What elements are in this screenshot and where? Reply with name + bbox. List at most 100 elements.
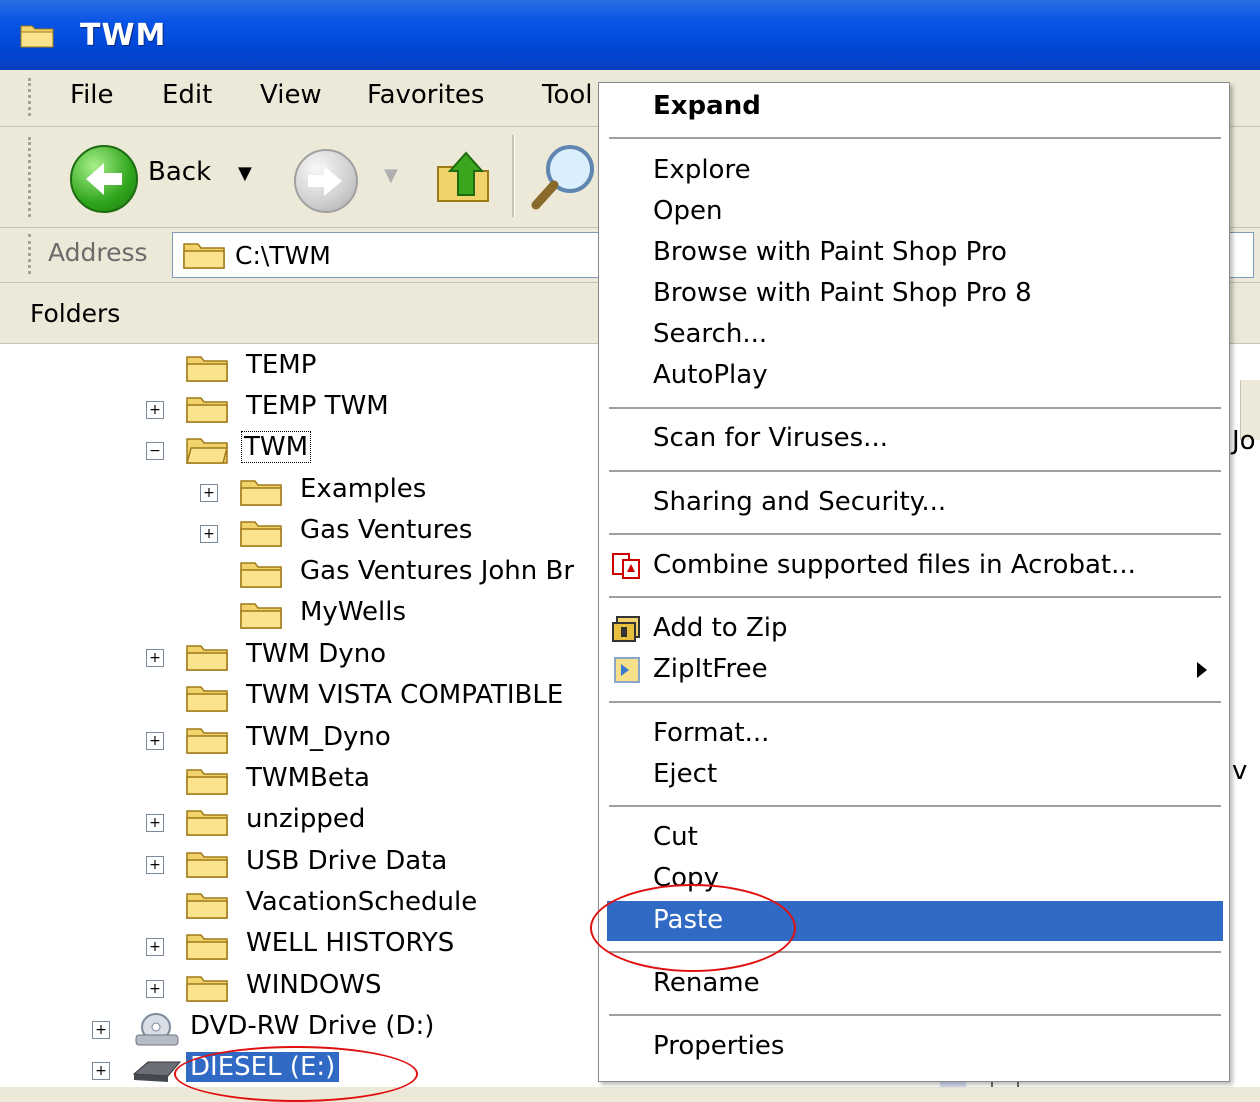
folder-icon (240, 480, 282, 506)
folder-icon (186, 728, 228, 754)
forward-button[interactable] (294, 149, 358, 213)
up-folder-icon[interactable] (432, 145, 496, 209)
menu-item-explore[interactable]: Explore (599, 151, 1227, 191)
menu-item-label: Eject (653, 759, 718, 789)
expand-plus-icon[interactable]: + (146, 732, 164, 750)
menu-separator (609, 533, 1221, 535)
menu-item-properties[interactable]: Properties (599, 1027, 1227, 1067)
expand-plus-icon[interactable]: + (146, 814, 164, 832)
menu-item-label: ZipItFree (653, 654, 768, 684)
folder-icon (240, 603, 282, 629)
expand-plus-icon[interactable]: + (92, 1062, 110, 1080)
menu-favorites[interactable]: Favorites (367, 80, 484, 110)
expand-plus-icon[interactable]: + (146, 980, 164, 998)
folder-icon (186, 397, 228, 423)
search-icon[interactable] (530, 141, 598, 213)
tree-item-label[interactable]: Gas Ventures (300, 515, 472, 545)
menu-separator (609, 137, 1221, 139)
menu-separator (609, 407, 1221, 409)
window-title: TWM (80, 18, 167, 53)
menu-item-label: Browse with Paint Shop Pro (653, 237, 1007, 267)
menu-item-label: Rename (653, 968, 760, 998)
menu-item-open[interactable]: Open (599, 192, 1227, 232)
menu-separator (609, 1014, 1221, 1016)
tree-item-label[interactable]: DVD-RW Drive (D:) (190, 1011, 434, 1041)
menu-item-label: Format... (653, 718, 770, 748)
menu-item-label: Combine supported files in Acrobat... (653, 550, 1136, 580)
back-button[interactable] (70, 145, 138, 213)
menu-item-label: Search... (653, 319, 768, 349)
menu-item-autoplay[interactable]: AutoPlay (599, 356, 1227, 396)
file-name-fragment[interactable]: Jo (1232, 426, 1256, 456)
menu-item-zipitfree[interactable]: ZipItFree (599, 650, 1227, 690)
tree-item-label[interactable]: WELL HISTORYS (246, 928, 454, 958)
menu-item-browse-psp8[interactable]: Browse with Paint Shop Pro 8 (599, 274, 1227, 314)
expand-plus-icon[interactable]: + (200, 525, 218, 543)
tree-item-label[interactable]: WINDOWS (246, 970, 382, 1000)
expand-plus-icon[interactable]: + (146, 401, 164, 419)
folder-icon (186, 893, 228, 919)
menu-item-sharing-security[interactable]: Sharing and Security... (599, 483, 1227, 523)
expand-plus-icon[interactable]: + (146, 938, 164, 956)
back-arrow-icon (86, 163, 122, 195)
menu-item-label: Add to Zip (653, 613, 788, 643)
expand-plus-icon[interactable]: + (92, 1021, 110, 1039)
tree-item-label[interactable]: TEMP (246, 350, 316, 380)
menu-item-browse-psp[interactable]: Browse with Paint Shop Pro (599, 233, 1227, 273)
address-path[interactable]: C:\TWM (235, 241, 331, 270)
tree-item-label[interactable]: VacationSchedule (246, 887, 477, 917)
tree-item-label[interactable]: TWMBeta (246, 763, 370, 793)
menu-item-eject[interactable]: Eject (599, 755, 1227, 795)
folder-icon (186, 769, 228, 795)
expand-plus-icon[interactable]: + (200, 484, 218, 502)
menu-item-cut[interactable]: Cut (599, 818, 1227, 858)
menu-item-label: Cut (653, 822, 698, 852)
file-type-fragment[interactable]: v (1232, 756, 1247, 786)
menu-tools[interactable]: Tool (542, 80, 593, 110)
tree-item-label[interactable]: MyWells (300, 597, 406, 627)
tree-item-label[interactable]: TWM (240, 431, 312, 463)
menu-view[interactable]: View (260, 80, 322, 110)
tree-item-label[interactable]: unzipped (246, 804, 365, 834)
menu-item-label: Sharing and Security... (653, 487, 947, 517)
toolbar-grip[interactable] (28, 234, 35, 274)
tree-item-label[interactable]: TWM_Dyno (246, 722, 391, 752)
expand-plus-icon[interactable]: + (146, 649, 164, 667)
menu-item-label: Browse with Paint Shop Pro 8 (653, 278, 1032, 308)
menu-item-combine-acrobat[interactable]: Combine supported files in Acrobat... (599, 546, 1227, 586)
menu-item-search[interactable]: Search... (599, 315, 1227, 355)
tree-item-label[interactable]: USB Drive Data (246, 846, 447, 876)
menu-file[interactable]: File (70, 80, 114, 110)
tree-item-label[interactable]: TWM Dyno (246, 639, 386, 669)
toolbar-grip[interactable] (28, 78, 35, 116)
menu-item-scan-viruses[interactable]: Scan for Viruses... (599, 419, 1227, 459)
folder-icon (240, 521, 282, 547)
tree-item-label[interactable]: TEMP TWM (246, 391, 389, 421)
back-dropdown-icon[interactable]: ▼ (238, 163, 252, 184)
menu-item-add-to-zip[interactable]: Add to Zip (599, 609, 1227, 649)
toolbar-grip[interactable] (28, 137, 35, 217)
annotation-ellipse-paste (590, 884, 796, 972)
tree-item-label[interactable]: TWM VISTA COMPATIBLE (246, 680, 563, 710)
menu-separator (609, 596, 1221, 598)
menu-item-label: Open (653, 196, 723, 226)
dvd-drive-icon (135, 1013, 179, 1046)
back-label[interactable]: Back (148, 157, 211, 187)
menu-item-label: Scan for Viruses... (653, 423, 888, 453)
menu-item-expand[interactable]: Expand (599, 87, 1227, 127)
menu-edit[interactable]: Edit (162, 80, 212, 110)
menu-item-label: Properties (653, 1031, 785, 1061)
zip-archive-icon (612, 616, 640, 642)
menu-item-format[interactable]: Format... (599, 714, 1227, 754)
forward-dropdown-icon[interactable]: ▼ (384, 165, 398, 186)
tree-item-label[interactable]: Examples (300, 474, 426, 504)
folder-icon (186, 934, 228, 960)
folder-icon (186, 645, 228, 671)
collapse-minus-icon[interactable]: − (146, 442, 164, 460)
menu-separator (609, 805, 1221, 807)
tree-item-label[interactable]: Gas Ventures John Br (300, 556, 574, 586)
toolbar-separator (512, 135, 515, 217)
menu-item-label: Explore (653, 155, 751, 185)
submenu-arrow-icon (1197, 662, 1207, 678)
expand-plus-icon[interactable]: + (146, 856, 164, 874)
